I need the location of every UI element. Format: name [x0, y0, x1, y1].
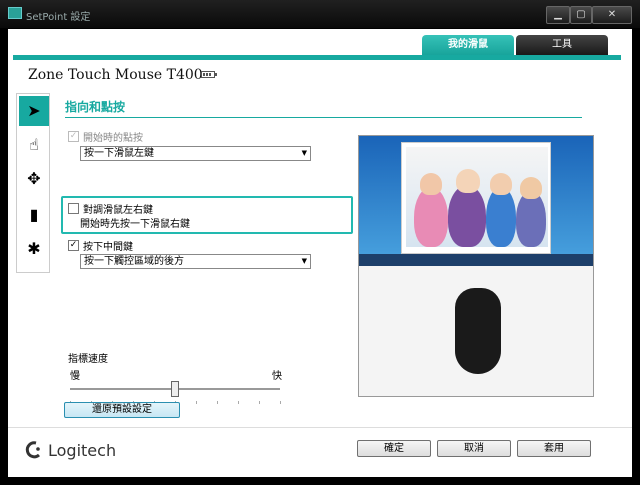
battery-icon: ▮ [29, 205, 39, 224]
window-client: 我的滑鼠 工具 Zone Touch Mouse T400 ➤ ☝ ✥ ▮ ✱ … [8, 29, 632, 477]
logitech-mark-icon [25, 441, 41, 459]
slider-tick [196, 401, 197, 404]
cancel-button[interactable]: 取消 [437, 440, 511, 457]
speed-slow-label: 慢 [70, 371, 80, 382]
content-panel: 指向和點按 ✓ 開始時的點按 按一下滑鼠左鍵 ▼ 對調滑鼠左右鍵 開始時先按一下… [50, 91, 610, 423]
slider-tick [259, 401, 260, 404]
apply-button[interactable]: 套用 [517, 440, 591, 457]
title-bar: SetPoint 設定 ▁ ▢ ✕ [0, 0, 640, 28]
desktop-preview [359, 136, 593, 266]
startup-click-select[interactable]: 按一下滑鼠左鍵 ▼ [80, 146, 311, 161]
product-title: Zone Touch Mouse T400 [28, 67, 203, 83]
startup-click-row: ✓ 開始時的點按 [68, 129, 143, 144]
window-title: SetPoint 設定 [26, 12, 91, 23]
top-tab-strip: 我的滑鼠 工具 [8, 29, 632, 57]
startup-click-value: 按一下滑鼠左鍵 [84, 148, 154, 159]
side-tab-bar: ➤ ☝ ✥ ▮ ✱ [16, 93, 50, 273]
slider-tick [280, 401, 281, 404]
minimize-button[interactable]: ▁ [546, 6, 570, 24]
logitech-settings-icon: ✱ [27, 239, 41, 258]
middle-button-select[interactable]: 按一下觸控區域的後方 ▼ [80, 254, 311, 269]
battery-status-icon [201, 71, 217, 78]
pointer-speed-label: 指標速度 [68, 354, 108, 365]
side-tab-touch[interactable]: ☝ [19, 130, 49, 160]
pointer-speed-thumb[interactable] [171, 381, 179, 397]
photo-frame [401, 142, 551, 254]
footer-divider [8, 427, 632, 428]
middle-button-row: ✓ 按下中間鍵 [68, 238, 133, 253]
side-tab-settings[interactable]: ✱ [19, 234, 49, 264]
mouse-photo [455, 288, 501, 374]
chevron-down-icon: ▼ [301, 257, 307, 265]
logitech-logo: Logitech [24, 440, 116, 460]
side-tab-scroll[interactable]: ✥ [19, 164, 49, 194]
swap-buttons-label: 對調滑鼠左右鍵 [83, 205, 153, 216]
pointer-click-icon: ➤ [27, 101, 41, 120]
children-photo [406, 147, 548, 247]
setpoint-app-icon [8, 7, 22, 19]
side-tab-battery[interactable]: ▮ [19, 200, 49, 230]
chevron-down-icon: ▼ [301, 149, 307, 157]
side-tab-pointer[interactable]: ➤ [19, 96, 49, 126]
tab-tools[interactable]: 工具 [516, 35, 608, 57]
tab-my-mouse[interactable]: 我的滑鼠 [422, 35, 514, 57]
section-divider [65, 117, 582, 118]
header-divider [13, 55, 621, 60]
middle-button-label: 按下中間鍵 [83, 242, 133, 253]
swap-buttons-row: 對調滑鼠左右鍵 [68, 201, 153, 216]
close-button[interactable]: ✕ [592, 6, 632, 24]
slider-tick [217, 401, 218, 404]
logitech-wordmark: Logitech [48, 440, 117, 460]
move-arrows-icon: ✥ [27, 169, 41, 188]
ok-button[interactable]: 確定 [357, 440, 431, 457]
maximize-button[interactable]: ▢ [570, 6, 592, 24]
swap-buttons-checkbox[interactable] [68, 203, 79, 214]
section-title: 指向和點按 [65, 100, 126, 114]
startup-click-checkbox[interactable]: ✓ [68, 131, 79, 142]
restore-defaults-button[interactable]: 還原預設設定 [64, 402, 180, 418]
swap-buttons-description: 開始時先按一下滑鼠右鍵 [80, 219, 190, 230]
middle-button-checkbox[interactable]: ✓ [68, 240, 79, 251]
mouse-preview-image [358, 135, 594, 397]
taskbar [359, 254, 593, 266]
startup-click-label: 開始時的點按 [83, 133, 143, 144]
slider-tick [238, 401, 239, 404]
speed-fast-label: 快 [272, 371, 282, 382]
middle-button-value: 按一下觸控區域的後方 [84, 256, 184, 267]
hand-touch-icon: ☝ [29, 135, 39, 154]
